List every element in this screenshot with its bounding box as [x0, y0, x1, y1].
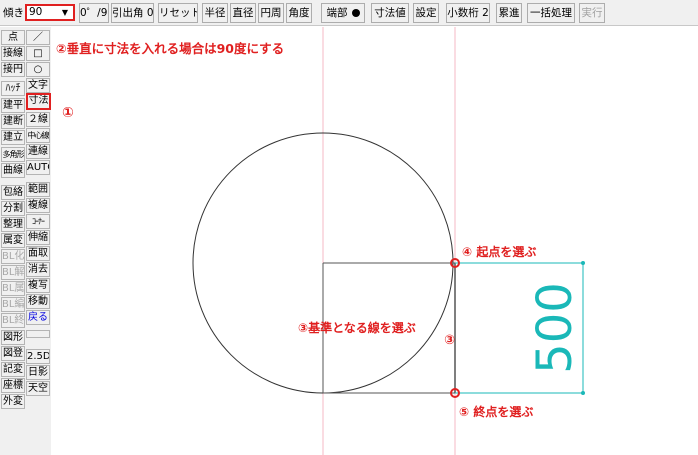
annotation-step-1: ①: [62, 105, 74, 121]
dimension-text[interactable]: 500: [527, 282, 583, 374]
annotation-step-2: ②垂直に寸法を入れる場合は90度にする: [56, 41, 285, 56]
drawing-layer: 500: [192, 27, 585, 455]
dimension-tick-bottom: [581, 391, 585, 395]
annotation-step-3: ③基準となる線を選ぶ: [298, 321, 416, 335]
dimension-tick-top: [581, 261, 585, 265]
annotation-step-5: ⑤ 終点を選ぶ: [459, 405, 534, 419]
annotation-step-3-marker: ③: [444, 333, 456, 348]
annotation-step-4: ④ 起点を選ぶ: [462, 245, 537, 259]
